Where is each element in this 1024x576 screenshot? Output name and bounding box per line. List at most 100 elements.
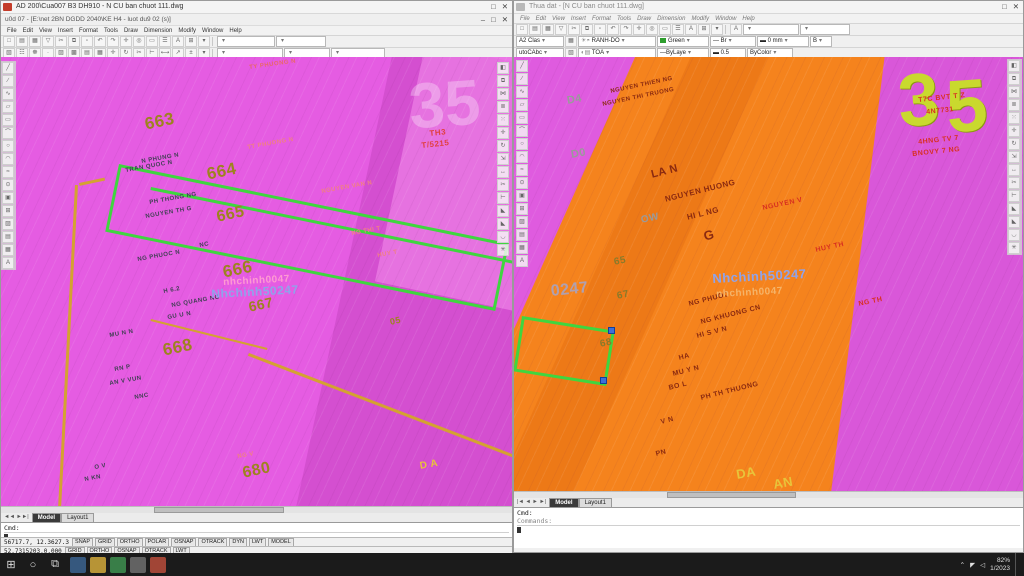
mirror-icon[interactable]: ⋈ xyxy=(1008,86,1020,98)
rect-icon[interactable]: ▭ xyxy=(659,24,671,35)
right-standard-toolbar[interactable]: □▤▦▽✂⧉▫↶↷✛◎▭☰A⊞▾ xyxy=(516,24,723,35)
block-icon[interactable]: ⊞ xyxy=(698,24,710,35)
menu-item[interactable]: View xyxy=(39,28,52,34)
menu-item[interactable]: Window xyxy=(202,28,223,34)
left-child-controls[interactable]: – □ ✕ xyxy=(481,14,510,25)
pline-icon[interactable]: ∿ xyxy=(516,86,528,98)
hatch-icon[interactable]: ▨ xyxy=(516,216,528,228)
rotate-icon[interactable]: ↻ xyxy=(497,140,509,152)
block-icon[interactable]: ⊞ xyxy=(2,205,14,217)
menu-item[interactable]: Insert xyxy=(58,28,73,34)
left-titlebar[interactable]: AD 200\Cua007 B3 DH910 - N CU ban chuot … xyxy=(1,1,512,14)
fillet-icon[interactable]: ◡ xyxy=(497,231,509,243)
search-icon[interactable]: ○ xyxy=(22,559,44,571)
text-style-icon[interactable]: A xyxy=(730,24,742,35)
new-icon[interactable]: □ xyxy=(3,36,15,47)
left-draw-toolbar[interactable]: ╱∕∿▱▭⌒○◠≈⊙▣⊞▨▤▦A xyxy=(1,61,16,270)
text-icon[interactable]: A xyxy=(516,255,528,267)
down-icon[interactable]: ▾ xyxy=(198,36,210,47)
menu-item[interactable]: Help xyxy=(229,28,241,34)
chamfer-icon[interactable]: ◣ xyxy=(497,218,509,230)
xline-icon[interactable]: ∕ xyxy=(516,73,528,85)
volume-icon[interactable]: ◁ xyxy=(980,561,985,569)
save-icon[interactable]: ▦ xyxy=(29,36,41,47)
tab-model[interactable]: Model xyxy=(549,498,578,507)
network-icon[interactable]: ◤ xyxy=(970,561,975,569)
menu-item[interactable]: Tools xyxy=(617,16,631,22)
trim-icon[interactable]: ✂ xyxy=(497,179,509,191)
spline-icon[interactable]: ≈ xyxy=(2,166,14,178)
paste-icon[interactable]: ▫ xyxy=(81,36,93,47)
tab-nav-arrows[interactable]: |◄ ◄ ► ►| xyxy=(514,498,549,507)
explode-icon[interactable]: ✳ xyxy=(497,244,509,256)
menu-item[interactable]: Draw xyxy=(124,28,138,34)
move-icon[interactable]: ✛ xyxy=(497,127,509,139)
text-icon[interactable]: A xyxy=(172,36,184,47)
workspace-dropdown[interactable]: A2 Clas▾ xyxy=(516,36,564,47)
cloud-icon[interactable]: ◠ xyxy=(2,153,14,165)
menu-item[interactable]: Modify xyxy=(691,16,709,22)
polygon-icon[interactable]: ▱ xyxy=(516,99,528,111)
menu-item[interactable]: Draw xyxy=(637,16,651,22)
left-window-controls[interactable]: □ ✕ xyxy=(491,1,510,13)
linetype-dropdown[interactable]: — Br▾ xyxy=(710,36,756,47)
array-icon[interactable]: ⁙ xyxy=(497,114,509,126)
cut-icon[interactable]: ✂ xyxy=(568,24,580,35)
menu-item[interactable]: File xyxy=(7,28,17,34)
list-icon[interactable]: ☰ xyxy=(672,24,684,35)
move-icon[interactable]: ✛ xyxy=(1008,125,1020,137)
taskbar-app-icon[interactable] xyxy=(110,557,126,573)
open-icon[interactable]: ▤ xyxy=(16,36,28,47)
rect-icon[interactable]: ▭ xyxy=(146,36,158,47)
rect-icon[interactable]: ▭ xyxy=(2,114,14,126)
left-style-dropdown[interactable]: ▾ xyxy=(217,36,275,47)
break-icon[interactable]: ◣ xyxy=(1008,203,1020,215)
left-modify-toolbar[interactable]: ◧⧉⋈≣⁙✛↻⇲↔✂⊢◣◣◡✳ xyxy=(496,61,511,257)
stretch-icon[interactable]: ↔ xyxy=(497,166,509,178)
menu-item[interactable]: Edit xyxy=(23,28,33,34)
list-icon[interactable]: ☰ xyxy=(159,36,171,47)
tab-layout1[interactable]: Layout1 xyxy=(61,513,94,522)
zoom-icon[interactable]: ◎ xyxy=(646,24,658,35)
right-titlebar[interactable]: Thua dat - [N CU ban chuot 111.dwg] □ ✕ xyxy=(514,1,1023,14)
pan-icon[interactable]: ✛ xyxy=(633,24,645,35)
left-dim-dropdown[interactable]: ▾ xyxy=(276,36,326,47)
table-icon[interactable]: ▦ xyxy=(2,244,14,256)
arc-icon[interactable]: ⌒ xyxy=(2,127,14,139)
taskbar-app-icon[interactable] xyxy=(70,557,86,573)
array-icon[interactable]: ⁙ xyxy=(1008,112,1020,124)
copy-icon[interactable]: ⧉ xyxy=(68,36,80,47)
taskbar-app-icon[interactable] xyxy=(150,557,166,573)
erase-icon[interactable]: ◧ xyxy=(497,62,509,74)
scale-icon[interactable]: ⇲ xyxy=(497,153,509,165)
scale-icon[interactable]: ⇲ xyxy=(1008,151,1020,163)
tray-expand-icon[interactable]: ⌃ xyxy=(960,561,965,569)
stretch-icon[interactable]: ↔ xyxy=(1008,164,1020,176)
ellipse-icon[interactable]: ⊙ xyxy=(516,177,528,189)
start-button[interactable]: ⊞ xyxy=(0,558,22,571)
plot-icon[interactable]: ▽ xyxy=(555,24,567,35)
menu-item[interactable]: Insert xyxy=(571,16,586,22)
polygon-icon[interactable]: ▱ xyxy=(2,101,14,113)
insert-icon[interactable]: ▣ xyxy=(2,192,14,204)
table-icon[interactable]: ▦ xyxy=(516,242,528,254)
tab-model[interactable]: Model xyxy=(32,513,61,522)
right-draw-toolbar[interactable]: ╱∕∿▱▭⌒○◠≈⊙▣⊞▨▤▦A xyxy=(515,59,530,268)
offset-icon[interactable]: ≣ xyxy=(1008,99,1020,111)
line-icon[interactable]: ╱ xyxy=(516,60,528,72)
offset-icon[interactable]: ≣ xyxy=(497,101,509,113)
copy-icon[interactable]: ⧉ xyxy=(581,24,593,35)
menu-item[interactable]: Edit xyxy=(536,16,546,22)
menu-item[interactable]: Dimension xyxy=(657,16,685,22)
explode-icon[interactable]: ✳ xyxy=(1008,242,1020,254)
menu-item[interactable]: Tools xyxy=(104,28,118,34)
redo-icon[interactable]: ↷ xyxy=(620,24,632,35)
paste-icon[interactable]: ▫ xyxy=(594,24,606,35)
right-modify-toolbar[interactable]: ◧⧉⋈≣⁙✛↻⇲↔✂⊢◣◣◡✳ xyxy=(1007,59,1022,255)
ellipse-icon[interactable]: ⊙ xyxy=(2,179,14,191)
mirror-icon[interactable]: ⋈ xyxy=(497,88,509,100)
chamfer-icon[interactable]: ◣ xyxy=(1008,216,1020,228)
menu-item[interactable]: Window xyxy=(715,16,736,22)
menu-item[interactable]: Format xyxy=(592,16,611,22)
insert-icon[interactable]: ▣ xyxy=(516,190,528,202)
